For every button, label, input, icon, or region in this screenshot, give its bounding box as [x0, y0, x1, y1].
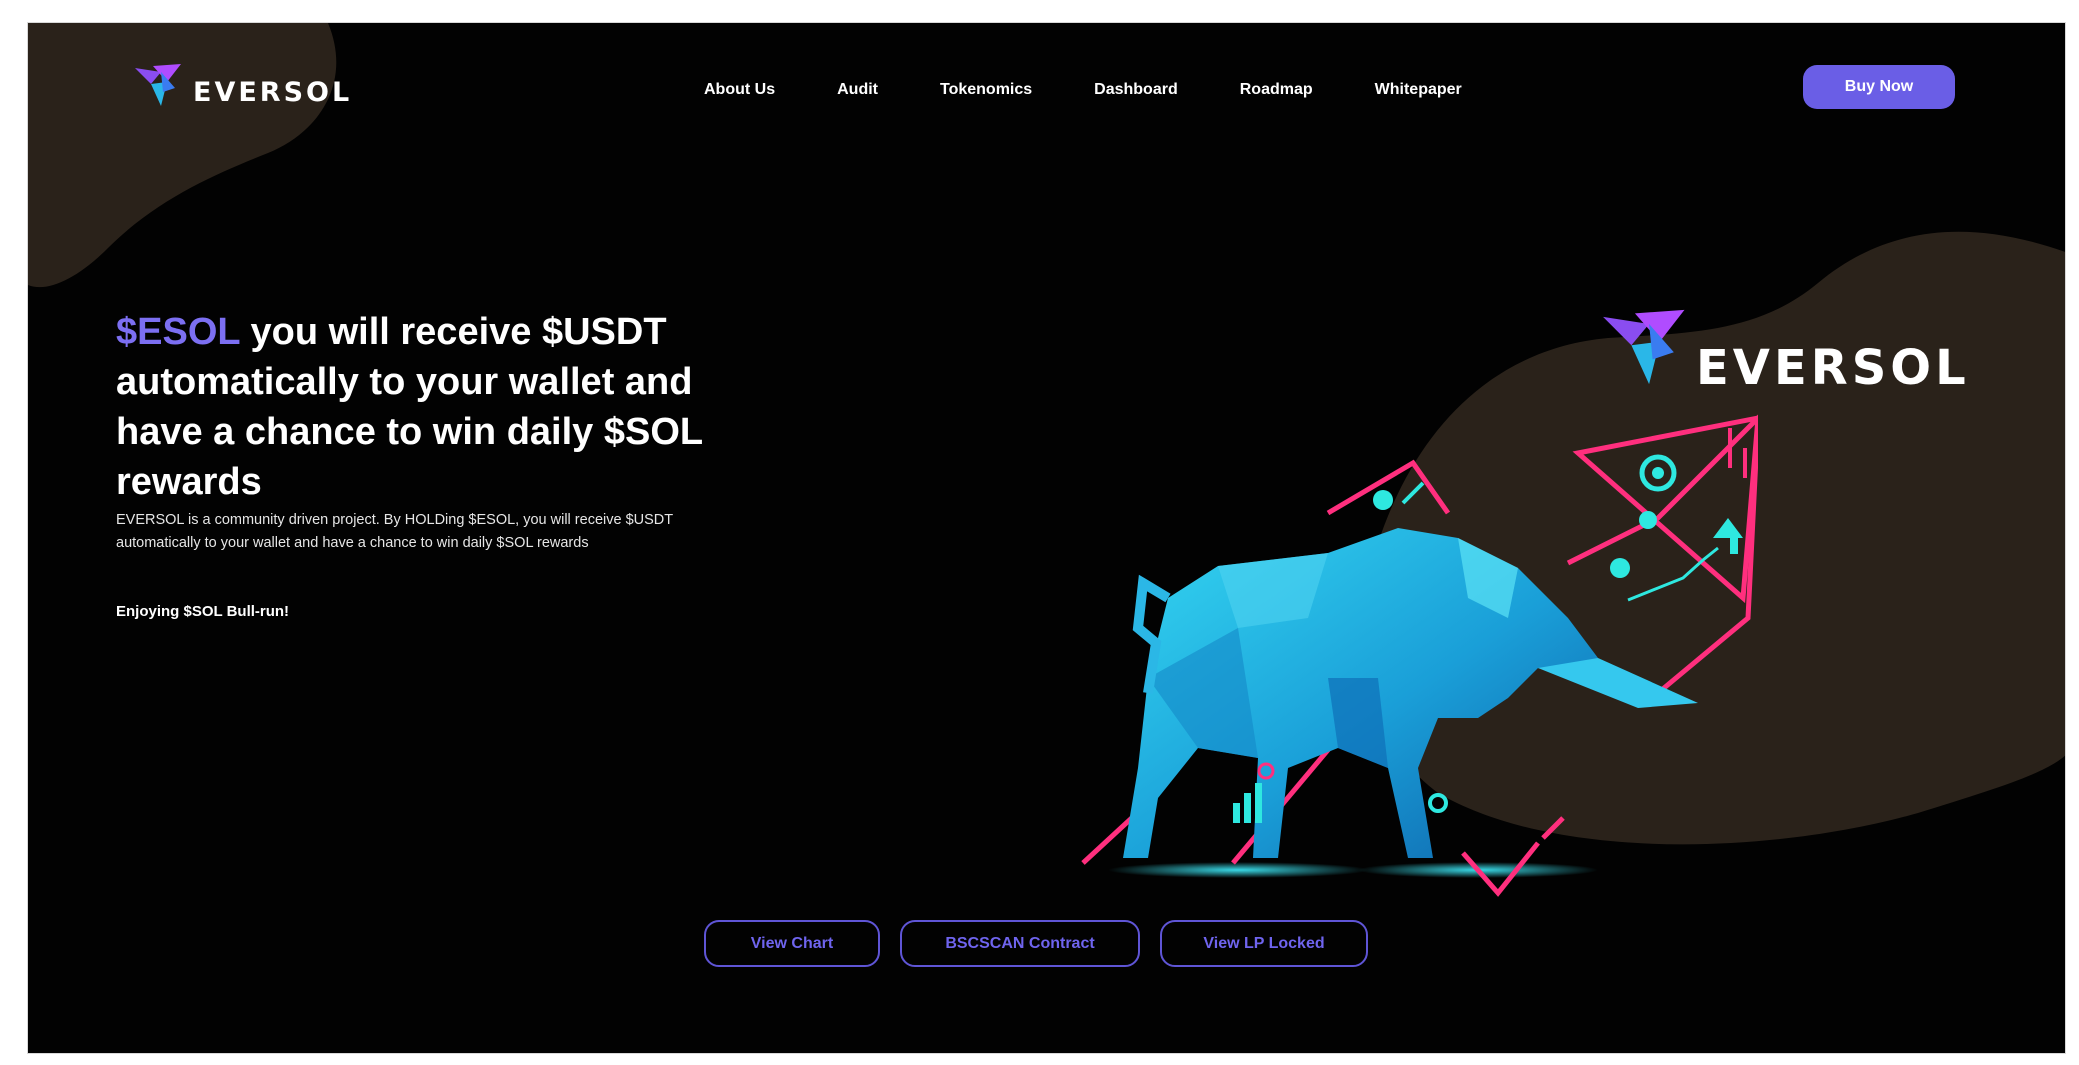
- nav-link-whitepaper[interactable]: Whitepaper: [1375, 81, 1462, 99]
- illustration-logo: EVERSOL: [1596, 298, 1970, 396]
- nav-link-dashboard[interactable]: Dashboard: [1094, 81, 1178, 99]
- logo-wordmark: EVERSOL: [193, 77, 353, 108]
- cta-button-row: View Chart BSCSCAN Contract View LP Lock…: [704, 920, 1368, 967]
- view-chart-button[interactable]: View Chart: [704, 920, 880, 967]
- buy-now-button[interactable]: Buy Now: [1803, 65, 1955, 109]
- nav-link-roadmap[interactable]: Roadmap: [1240, 81, 1313, 99]
- main-nav: About Us Audit Tokenomics Dashboard Road…: [704, 81, 1462, 99]
- eversol-logo-icon-large: [1603, 309, 1685, 385]
- site-logo[interactable]: EVERSOL: [131, 61, 352, 108]
- hero-description: EVERSOL is a community driven project. B…: [116, 512, 673, 551]
- nav-link-about-us[interactable]: About Us: [704, 81, 775, 99]
- view-lp-locked-button[interactable]: View LP Locked: [1160, 920, 1368, 967]
- illustration-wordmark: EVERSOL: [1696, 340, 1970, 396]
- nav-link-tokenomics[interactable]: Tokenomics: [940, 81, 1032, 99]
- eversol-logo-icon: [135, 63, 181, 106]
- page-frame: EVERSOL About Us Audit Tokenomics Dashbo…: [27, 22, 2066, 1054]
- nav-link-audit[interactable]: Audit: [837, 81, 878, 99]
- hero-title: $ESOL you will receive $USDT automatical…: [116, 307, 716, 507]
- hero-title-accent: $ESOL: [116, 311, 240, 353]
- hero-tagline: Enjoying $SOL Bull-run!: [116, 603, 290, 620]
- bscscan-contract-button[interactable]: BSCSCAN Contract: [900, 920, 1140, 967]
